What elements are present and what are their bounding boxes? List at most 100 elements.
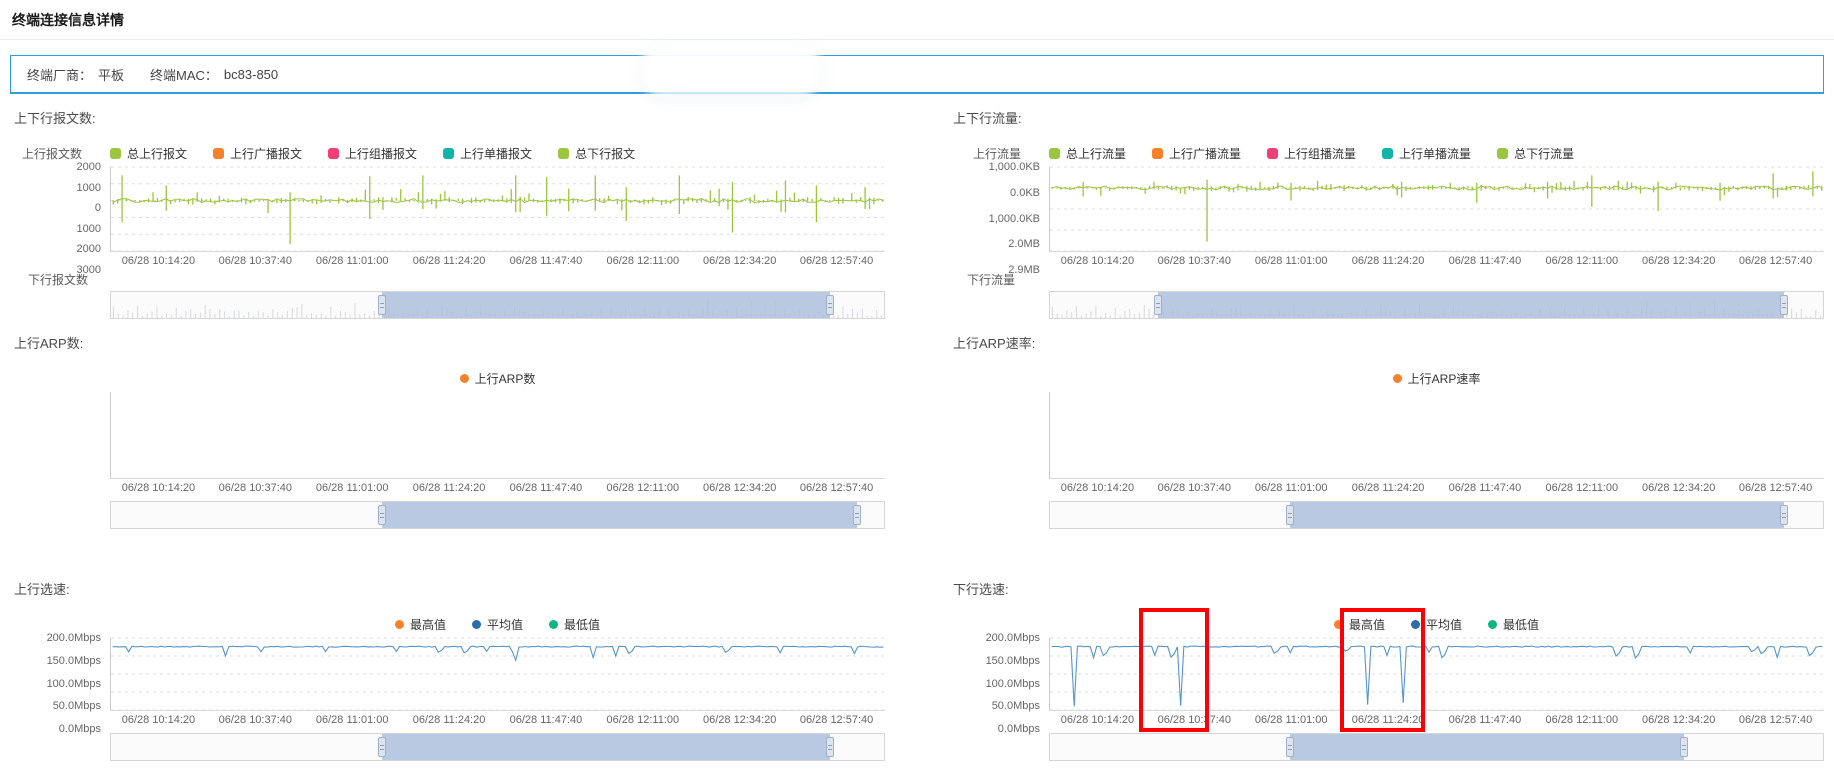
charts-grid: 上下行报文数: 上行报文数 总上行报文 上行广播报文 上行组播报文 上行单播报文 总下行… [0, 94, 1834, 784]
y-axis-labels: 200.0Mbps 150.0Mbps 100.0Mbps 50.0Mbps 0.0Mb… [985, 632, 1040, 735]
legend: 上行ARP速率 [1392, 370, 1481, 387]
legend-marker-icon [1488, 619, 1497, 629]
datazoom-selection[interactable] [381, 734, 830, 760]
tick-label: 06/28 10:14:20 [1060, 714, 1135, 726]
legend-item[interactable]: 最低值 [549, 616, 600, 633]
plot-wrap: 06/28 10:14:20 06/28 10:37:40 06/28 11:01:… [110, 392, 885, 497]
legend-marker-icon [471, 619, 481, 629]
legend-item[interactable]: 上行广播报文 [213, 145, 302, 162]
legend-marker-icon [213, 147, 225, 159]
mac-label: 终端MAC： [150, 67, 218, 83]
tick-label: 06/28 11:01:00 [1254, 255, 1328, 267]
tick-label: 06/28 11:47:40 [1448, 255, 1522, 267]
tick-label: 06/28 11:01:00 [1254, 714, 1328, 726]
legend-item[interactable]: 最低值 [1488, 616, 1539, 633]
tick-label: 06/28 10:37:40 [218, 482, 293, 494]
tick-label: 06/28 11:47:40 [509, 714, 583, 726]
y-axis-name: 上行报文数 [21, 146, 82, 161]
plot-row: 2000 1000 0 1000 2000 3000 06/28 10:14:20 06/2… [10, 161, 885, 276]
datazoom-handle-left[interactable] [377, 295, 386, 315]
y-axis-labels [10, 392, 110, 497]
plot-area[interactable] [1049, 608, 1824, 732]
x-axis-labels: 06/28 10:14:20 06/28 10:37:40 06/28 11:01:… [1049, 252, 1824, 270]
chart-downlink-rate: 下行选速: 最高值 平均值 最低值 200.0Mbps 150.0Mbps 100.0M… [949, 565, 1824, 761]
y-axis-name-bottom: 下行流量 [967, 273, 1016, 287]
legend-item[interactable]: 上行组播报文 [328, 145, 417, 162]
datazoom-selection[interactable] [1289, 502, 1785, 528]
plot-area[interactable] [1049, 167, 1824, 252]
datazoom-handle-left[interactable] [1154, 295, 1163, 315]
legend-label: 总下行流量 [1514, 146, 1575, 161]
mac-value: bc83-850 [223, 66, 279, 82]
plot-area[interactable] [1049, 392, 1824, 479]
datazoom-selection[interactable] [381, 292, 830, 318]
datazoom-slider[interactable] [110, 733, 885, 761]
tick-label: 06/28 12:34:20 [1641, 255, 1716, 267]
plot-wrap: 06/28 10:14:20 06/28 10:37:40 06/28 11:01:… [110, 167, 885, 270]
legend-row: 最高值 平均值 最低值 [110, 614, 885, 634]
datazoom-handle-right[interactable] [825, 295, 834, 315]
datazoom-handle-right[interactable] [1679, 737, 1688, 757]
plot-row: 06/28 10:14:20 06/28 10:37:40 06/28 11:01:… [10, 392, 885, 497]
legend-label: 总上行流量 [1066, 146, 1127, 161]
tick-label: 06/28 12:57:40 [1738, 714, 1813, 726]
datazoom-slider[interactable] [1049, 291, 1824, 319]
datazoom-handle-left[interactable] [377, 505, 386, 525]
plot-area[interactable] [110, 638, 885, 711]
vendor-value: 平板 [98, 67, 125, 83]
legend-item[interactable]: 上行ARP速率 [1392, 370, 1481, 387]
legend-item[interactable]: 总上行报文 [110, 145, 187, 162]
legend-label: 最低值 [564, 617, 601, 632]
tick-label: 06/28 11:24:20 [1351, 255, 1425, 267]
legend-item[interactable]: 平均值 [471, 616, 523, 633]
legend-item[interactable]: 总上行流量 [1049, 145, 1126, 162]
legend-item[interactable]: 最高值 [394, 616, 446, 633]
datazoom-handle-left[interactable] [377, 737, 386, 757]
legend-label: 上行ARP速率 [1407, 371, 1481, 386]
plot-area[interactable] [110, 167, 885, 252]
chart-title: 上下行流量: [953, 111, 1022, 126]
x-axis-labels: 06/28 10:14:20 06/28 10:37:40 06/28 11:01:… [110, 711, 885, 729]
legend-item[interactable]: 上行广播流量 [1152, 145, 1241, 162]
datazoom-handle-right[interactable] [852, 505, 861, 525]
legend-marker-icon [549, 619, 558, 629]
vendor-label: 终端厂商： [27, 67, 93, 83]
datazoom-handle-left[interactable] [1285, 505, 1294, 525]
tick-label: 06/28 11:01:00 [315, 482, 389, 494]
legend-item[interactable]: 上行组播流量 [1267, 145, 1356, 162]
datazoom-selection[interactable] [1158, 292, 1785, 318]
legend-marker-icon [1382, 147, 1394, 159]
chart-title: 上下行报文数: [14, 111, 96, 126]
tick-label: 06/28 12:34:20 [702, 714, 777, 726]
chart-uplink-rate: 上行选速: 最高值 平均值 最低值 200.0Mbps 150.0Mbps 100.0M… [10, 565, 885, 761]
legend-item[interactable]: 总下行流量 [1497, 145, 1574, 162]
legend-label: 总下行报文 [575, 146, 636, 161]
datazoom-slider[interactable] [1049, 733, 1824, 761]
legend-marker-icon [558, 147, 570, 159]
y-axis-labels [949, 392, 1049, 497]
datazoom-handle-right[interactable] [1780, 505, 1789, 525]
x-axis-labels: 06/28 10:14:20 06/28 10:37:40 06/28 11:01:… [1049, 479, 1824, 497]
legend: 上行ARP数 [459, 370, 535, 387]
plot-area[interactable] [110, 392, 885, 479]
datazoom-slider[interactable] [110, 501, 885, 529]
datazoom-handle-left[interactable] [1285, 737, 1294, 757]
datazoom-selection[interactable] [1289, 734, 1684, 760]
legend-item[interactable]: 上行单播报文 [443, 145, 532, 162]
tick-label: 06/28 10:14:20 [121, 482, 196, 494]
plot-row: 200.0Mbps 150.0Mbps 100.0Mbps 50.0Mbps 0.0Mb… [10, 632, 885, 735]
legend-item[interactable]: 上行单播流量 [1382, 145, 1471, 162]
legend-item[interactable]: 总下行报文 [558, 145, 635, 162]
legend-label: 最低值 [1503, 617, 1540, 632]
datazoom-slider[interactable] [110, 291, 885, 319]
legend-row: 上行ARP数 [110, 368, 885, 388]
datazoom-slider[interactable] [1049, 501, 1824, 529]
datazoom-handle-right[interactable] [1780, 295, 1789, 315]
datazoom-selection[interactable] [381, 502, 857, 528]
legend-label: 上行单播报文 [460, 146, 533, 161]
legend-item[interactable]: 上行ARP数 [459, 370, 535, 387]
tick-label: 06/28 10:37:40 [218, 255, 293, 267]
datazoom-handle-right[interactable] [825, 737, 834, 757]
legend-label: 上行广播流量 [1169, 146, 1242, 161]
chart-title: 上行选速: [14, 582, 70, 597]
